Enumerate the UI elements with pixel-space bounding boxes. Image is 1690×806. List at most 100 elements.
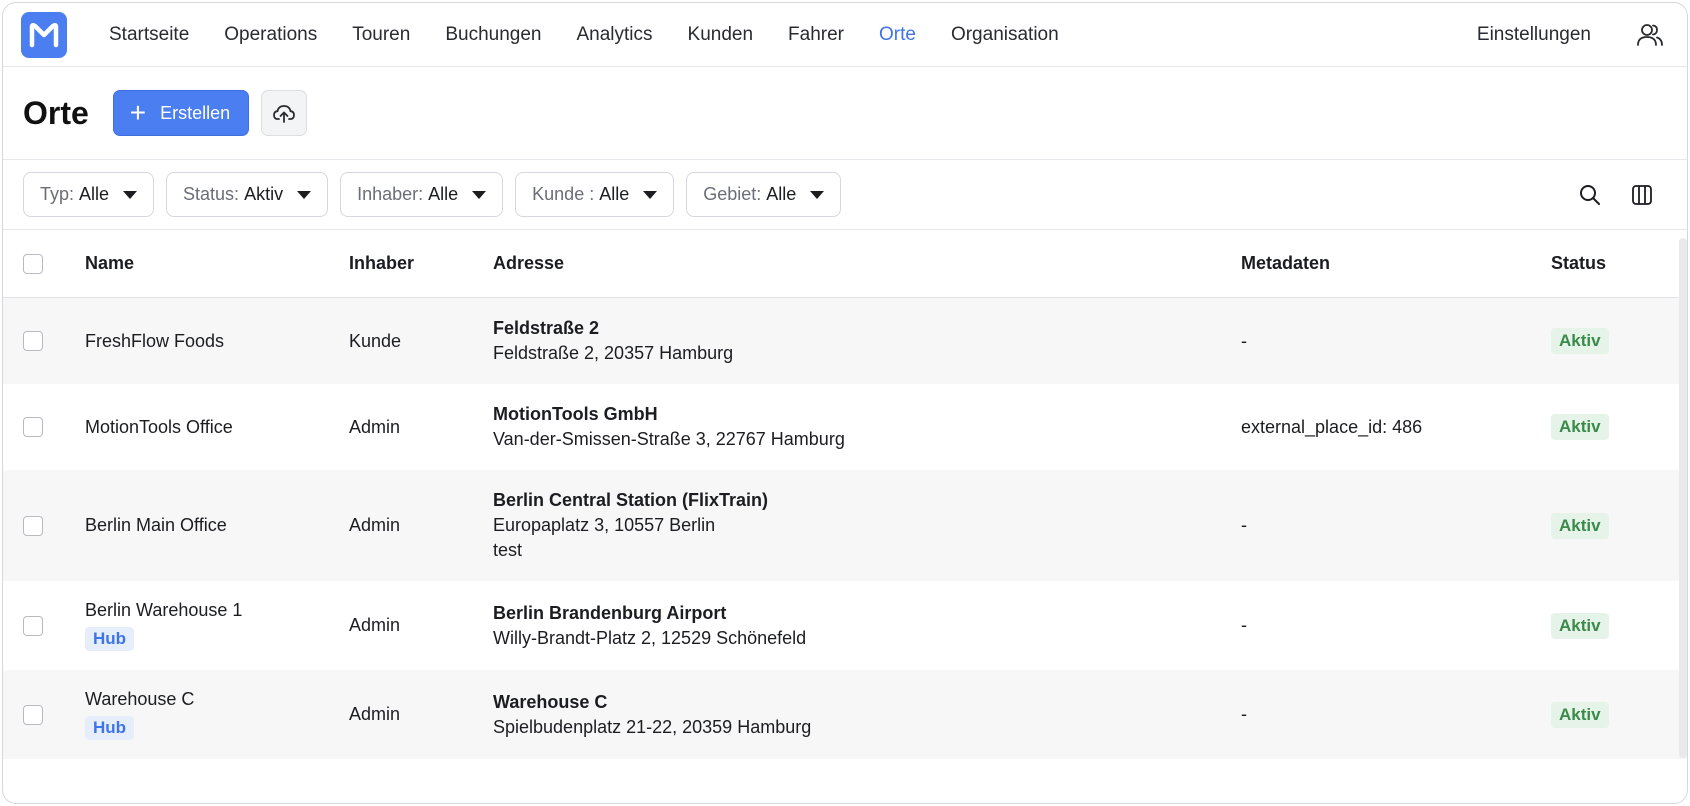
upload-button[interactable]: [261, 90, 308, 136]
cell-owner: Admin: [349, 515, 401, 535]
cell-owner: Kunde: [349, 330, 402, 351]
filter-status[interactable]: Status: Aktiv: [166, 172, 329, 217]
address-title: Feldstraße 2: [493, 318, 600, 338]
row-checkbox[interactable]: [23, 615, 43, 636]
cell-name: FreshFlow Foods: [85, 330, 225, 351]
row-checkbox[interactable]: [23, 704, 43, 725]
cell-metadata: -: [1241, 515, 1247, 535]
row-checkbox[interactable]: [23, 331, 43, 351]
cell-name: MotionTools Office: [85, 416, 233, 437]
cell-owner: Admin: [349, 704, 401, 724]
column-header-address[interactable]: Adresse: [493, 251, 1241, 276]
column-header-name[interactable]: Name: [83, 253, 349, 274]
cell-address: Feldstraße 2 Feldstraße 2, 20357 Hamburg: [493, 316, 1241, 366]
place-name: Warehouse C: [85, 689, 195, 709]
address-title: Warehouse C: [493, 691, 608, 712]
row-checkbox[interactable]: [23, 417, 43, 437]
plus-icon: +: [129, 97, 147, 128]
filter-label: Gebiet:: [703, 184, 762, 204]
app-logo[interactable]: [21, 11, 67, 58]
cell-name: Berlin Warehouse 1 Hub: [83, 600, 349, 651]
status-badge: Aktiv: [1551, 414, 1609, 440]
nav-item-orte[interactable]: Orte: [879, 24, 916, 46]
status-badge: Aktiv: [1551, 612, 1609, 639]
cloud-upload-icon: [273, 105, 296, 123]
columns-icon[interactable]: [1627, 180, 1657, 210]
search-icon[interactable]: [1575, 180, 1605, 210]
filter-tools: [1575, 180, 1667, 210]
select-all-checkbox[interactable]: [23, 253, 43, 274]
cell-status: Aktiv: [1551, 414, 1661, 440]
table-row[interactable]: Warehouse C Hub Admin Warehouse C Spielb…: [3, 670, 1687, 759]
cell-name: Warehouse C Hub: [83, 689, 349, 740]
hub-badge: Hub: [85, 627, 135, 651]
nav-item-operations[interactable]: Operations: [224, 24, 317, 46]
cell-status: Aktiv: [1551, 701, 1661, 728]
nav-item-touren[interactable]: Touren: [352, 24, 410, 46]
table-row[interactable]: MotionTools Office Admin MotionTools Gmb…: [3, 384, 1687, 470]
filter-label: Status:: [183, 184, 240, 204]
filter-label: Typ:: [40, 184, 75, 204]
create-button[interactable]: + Erstellen: [112, 90, 250, 136]
filter-value: Alle: [766, 184, 797, 204]
cell-metadata: -: [1241, 615, 1247, 635]
address-line: Feldstraße 2, 20357 Hamburg: [493, 343, 734, 363]
filter-value: Alle: [599, 184, 630, 204]
users-icon[interactable]: [1635, 20, 1665, 50]
column-header-metadata[interactable]: Metadaten: [1241, 253, 1551, 274]
column-header-owner[interactable]: Inhaber: [349, 253, 493, 274]
row-checkbox[interactable]: [23, 515, 43, 536]
select-all-cell: [3, 253, 83, 274]
nav-item-analytics[interactable]: Analytics: [576, 24, 652, 46]
caret-down-icon: [123, 190, 138, 199]
cell-name: Berlin Main Office: [85, 515, 227, 535]
address-line: Spielbudenplatz 21-22, 20359 Hamburg: [493, 716, 812, 737]
cell-address: Berlin Central Station (FlixTrain) Europ…: [493, 488, 1241, 563]
cell-owner: Admin: [349, 615, 401, 635]
address-line: Europaplatz 3, 10557 Berlin: [493, 515, 716, 535]
row-select-cell: [3, 331, 83, 351]
status-badge: Aktiv: [1551, 512, 1609, 539]
cell-status: Aktiv: [1551, 512, 1661, 539]
places-table: Name Inhaber Adresse Metadaten Status Fr…: [3, 230, 1687, 759]
filter-label: Inhaber:: [357, 184, 424, 204]
status-badge: Aktiv: [1551, 328, 1609, 354]
nav-item-fahrer[interactable]: Fahrer: [788, 24, 844, 46]
table-header: Name Inhaber Adresse Metadaten Status: [3, 230, 1687, 298]
row-select-cell: [3, 515, 83, 536]
nav-item-organisation[interactable]: Organisation: [951, 24, 1059, 46]
table-row[interactable]: FreshFlow Foods Kunde Feldstraße 2 Felds…: [3, 298, 1687, 384]
cell-metadata: -: [1241, 704, 1247, 724]
column-header-status[interactable]: Status: [1551, 253, 1661, 274]
table-row[interactable]: Berlin Warehouse 1 Hub Admin Berlin Bran…: [3, 581, 1687, 670]
cell-owner: Admin: [349, 416, 401, 437]
nav-right: Einstellungen: [1477, 20, 1669, 50]
address-title: Berlin Central Station (FlixTrain): [493, 490, 769, 510]
settings-link[interactable]: Einstellungen: [1477, 24, 1591, 46]
filter-kunde[interactable]: Kunde : Alle: [515, 172, 675, 217]
nav-item-buchungen[interactable]: Buchungen: [445, 24, 541, 46]
caret-down-icon: [297, 190, 312, 199]
cell-metadata: -: [1241, 330, 1247, 351]
row-select-cell: [3, 615, 83, 636]
vertical-scrollbar[interactable]: [1679, 238, 1687, 758]
address-line: Van-der-Smissen-Straße 3, 22767 Hamburg: [493, 429, 845, 449]
main-nav: Startseite Operations Touren Buchungen A…: [109, 24, 1477, 46]
row-select-cell: [3, 704, 83, 725]
cell-status: Aktiv: [1551, 328, 1661, 354]
caret-down-icon: [643, 190, 658, 199]
logo-m-icon: [29, 22, 59, 47]
page-header: Orte + Erstellen: [3, 67, 1687, 160]
filter-inhaber[interactable]: Inhaber: Alle: [340, 172, 504, 217]
nav-item-kunden[interactable]: Kunden: [688, 24, 754, 46]
hub-badge: Hub: [85, 716, 135, 740]
filter-gebiet[interactable]: Gebiet: Alle: [686, 172, 842, 217]
filter-value: Aktiv: [244, 184, 284, 204]
table-row[interactable]: Berlin Main Office Admin Berlin Central …: [3, 470, 1687, 581]
filter-value: Alle: [79, 184, 110, 204]
filter-typ[interactable]: Typ: Alle: [23, 172, 155, 217]
caret-down-icon: [810, 190, 825, 199]
filter-value: Alle: [428, 184, 459, 204]
address-title: MotionTools GmbH: [493, 404, 658, 424]
nav-item-startseite[interactable]: Startseite: [109, 24, 189, 46]
